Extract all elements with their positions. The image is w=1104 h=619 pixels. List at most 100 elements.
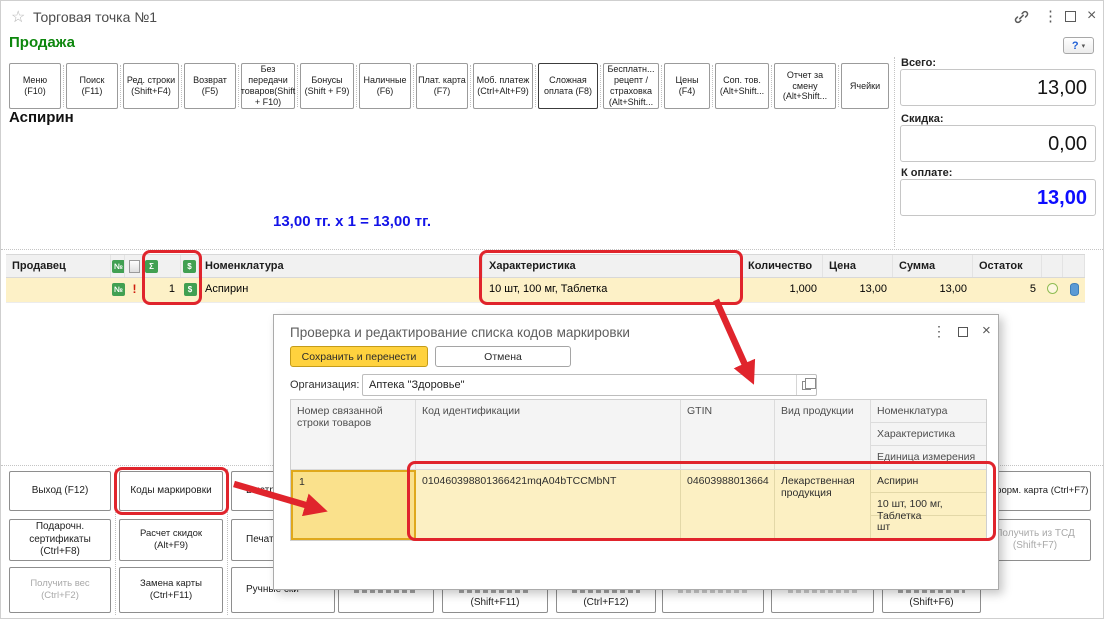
related-goods-button[interactable]: Соп. тов. (Alt+Shift...: [715, 63, 769, 109]
cell-line-number: 1: [144, 278, 181, 302]
cell-identification-code: 010460398801366421mqA04bTCCMbNT: [416, 470, 681, 540]
open-organization-button[interactable]: [796, 375, 816, 395]
window-title: Торговая точка №1: [33, 9, 157, 25]
marking-codes-table: Номер связанной строки товаров Код идент…: [290, 399, 987, 541]
organization-field[interactable]: Аптека "Здоровье": [362, 374, 817, 396]
separator: [769, 63, 774, 109]
cash-button[interactable]: Наличные (F6): [359, 63, 411, 109]
mobile-payment-button[interactable]: Моб. платеж (Ctrl+Alt+F9): [473, 63, 533, 109]
prices-button[interactable]: Цены (F4): [664, 63, 710, 109]
currency-column-header: $: [181, 255, 199, 277]
link-icon[interactable]: [1013, 9, 1031, 25]
sales-table: Продавец № Σ $ Номенклатура Характеристи…: [6, 254, 1085, 303]
separator: [533, 63, 538, 109]
document-glyph: [129, 260, 140, 273]
column-status: [1042, 255, 1063, 277]
separator: [468, 63, 473, 109]
help-icon: ?: [1072, 40, 1079, 52]
sigma-icon: Σ: [145, 260, 158, 273]
close-icon[interactable]: ×: [1087, 7, 1096, 25]
search-button[interactable]: Поиск (F11): [66, 63, 118, 109]
cell-linked-line-number[interactable]: 1: [291, 470, 416, 540]
menu-button[interactable]: Меню (F10): [9, 63, 61, 109]
due-label: К оплате:: [901, 167, 952, 179]
gift-certificates-button[interactable]: Подарочн. сертификаты (Ctrl+F8): [9, 519, 111, 561]
separator: [710, 63, 715, 109]
sales-table-header[interactable]: Продавец № Σ $ Номенклатура Характеристи…: [6, 254, 1085, 278]
separator: [598, 63, 603, 109]
marking-cylinder-icon: [1063, 278, 1085, 302]
separator: [61, 63, 66, 109]
cell-product-type: Лекарственная продукция: [775, 470, 871, 540]
favorite-star-icon[interactable]: ☆: [11, 7, 25, 27]
dialog-maximize-icon[interactable]: [958, 327, 968, 337]
cells-button[interactable]: Ячейки: [841, 63, 889, 109]
column-stock: Остаток: [973, 255, 1042, 277]
card-replace-button[interactable]: Замена карты (Ctrl+F11): [119, 567, 223, 613]
no-transfer-button[interactable]: Без передачи товаров(Shift + F10): [241, 63, 295, 109]
sigma-column-header: Σ: [144, 255, 181, 277]
cell-group-nomenclature: Аспирин 10 шт, 100 мг, Таблетка шт: [871, 470, 986, 540]
separator: [411, 63, 416, 109]
total-label: Всего:: [901, 57, 936, 69]
marking-table-header[interactable]: Номер связанной строки товаров Код идент…: [291, 400, 986, 469]
separator: [354, 63, 359, 109]
exit-button[interactable]: Выход (F12): [9, 471, 111, 511]
maximize-icon[interactable]: [1065, 11, 1076, 22]
return-button[interactable]: Возврат (F5): [184, 63, 236, 109]
command-toolbar: Меню (F10) Поиск (F11) Ред. строки (Shif…: [9, 63, 889, 109]
column-unit: Единица измерения: [871, 446, 986, 469]
cell-nomenclature: Аспирин: [871, 470, 986, 493]
separator: [659, 63, 664, 109]
complex-payment-button[interactable]: Сложная оплата (F8): [538, 63, 598, 109]
due-value-field: 13,00: [900, 179, 1096, 216]
cell-sum: 13,00: [893, 278, 973, 302]
cell-characteristic: 10 шт, 100 мг, Таблетка: [483, 278, 742, 302]
horizontal-splitter: [1, 249, 1104, 250]
discount-value-field: 0,00: [900, 125, 1096, 162]
separator: [295, 63, 300, 109]
help-button[interactable]: ? ▾: [1063, 37, 1094, 54]
separator: [236, 63, 241, 109]
vertical-splitter: [227, 469, 228, 615]
organization-label: Организация:: [290, 379, 359, 391]
marking-codes-button[interactable]: Коды маркировки: [119, 471, 223, 511]
cell-seller: [6, 278, 111, 302]
table-row[interactable]: 1 010460398801366421mqA04bTCCMbNT 046039…: [291, 469, 986, 540]
cell-characteristic: 10 шт, 100 мг, Таблетка: [871, 493, 986, 516]
cell-nomenclature: Аспирин: [199, 278, 483, 302]
bonuses-button[interactable]: Бонусы (Shift + F9): [300, 63, 354, 109]
button-label: (Shift+F6): [909, 597, 953, 610]
current-product-name: Аспирин: [9, 109, 74, 126]
document-icon: [125, 255, 144, 277]
cell-gtin: 04603988013664: [681, 470, 775, 540]
price-calculation-line: 13,00 тг. x 1 = 13,00 тг.: [273, 213, 431, 230]
column-price: Цена: [823, 255, 893, 277]
column-gtin: GTIN: [681, 400, 775, 469]
separator: [118, 63, 123, 109]
free-prescription-button[interactable]: Бесплатн... рецепт / страховка (Alt+Shif…: [603, 63, 659, 109]
vertical-splitter: [894, 57, 895, 247]
dialog-menu-icon[interactable]: ⋮: [932, 323, 946, 340]
number-badge-icon: №: [112, 260, 125, 273]
cell-quantity: 1,000: [742, 278, 823, 302]
dialog-title: Проверка и редактирование списка кодов м…: [290, 325, 630, 340]
column-linked-line-number: Номер связанной строки товаров: [291, 400, 416, 469]
window-menu-icon[interactable]: ⋮: [1043, 7, 1058, 25]
vertical-splitter: [115, 469, 116, 615]
payment-card-button[interactable]: Плат. карта (F7): [416, 63, 468, 109]
get-weight-button[interactable]: Получить вес (Ctrl+F2): [9, 567, 111, 613]
separator: [836, 63, 841, 109]
column-sum: Сумма: [893, 255, 973, 277]
table-row[interactable]: № ! 1 $ Аспирин 10 шт, 100 мг, Таблетка …: [6, 278, 1085, 303]
edit-row-button[interactable]: Ред. строки (Shift+F4): [123, 63, 179, 109]
shift-report-button[interactable]: Отчет за смену (Alt+Shift...: [774, 63, 836, 109]
column-characteristic: Характеристика: [483, 255, 742, 277]
discount-calc-button[interactable]: Расчет скидок (Alt+F9): [119, 519, 223, 561]
save-and-transfer-button[interactable]: Сохранить и перенести: [290, 346, 428, 367]
column-marking: [1063, 255, 1085, 277]
button-label: (Shift+F11): [471, 597, 520, 610]
cancel-button[interactable]: Отмена: [435, 346, 571, 367]
dialog-close-icon[interactable]: ×: [982, 322, 991, 339]
marking-codes-dialog: Проверка и редактирование списка кодов м…: [273, 314, 999, 590]
